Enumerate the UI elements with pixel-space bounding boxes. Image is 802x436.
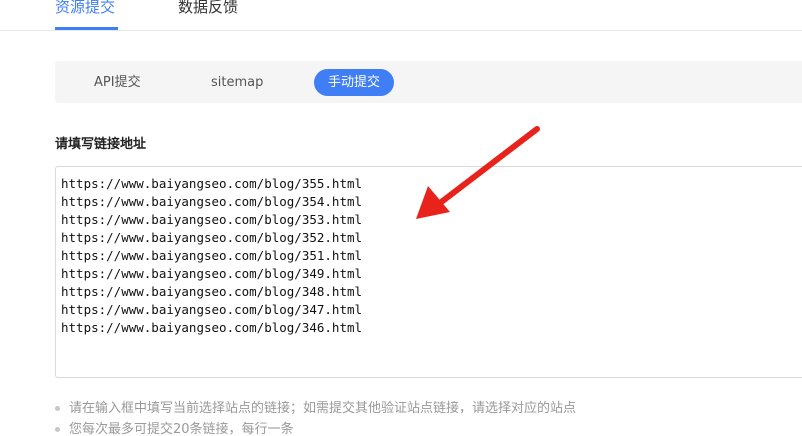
red-arrow-annotation xyxy=(416,126,540,219)
hint-list: 请在输入框中填写当前选择站点的链接；如需提交其他验证站点链接，请选择对应的站点 … xyxy=(55,398,576,436)
hint-item: 您每次最多可提交20条链接，每行一条 xyxy=(55,419,576,436)
hint-item: 请在输入框中填写当前选择站点的链接；如需提交其他验证站点链接，请选择对应的站点 xyxy=(55,398,576,419)
page: 资源提交 数据反馈 API提交 sitemap 手动提交 请填写链接地址 htt… xyxy=(0,0,802,436)
